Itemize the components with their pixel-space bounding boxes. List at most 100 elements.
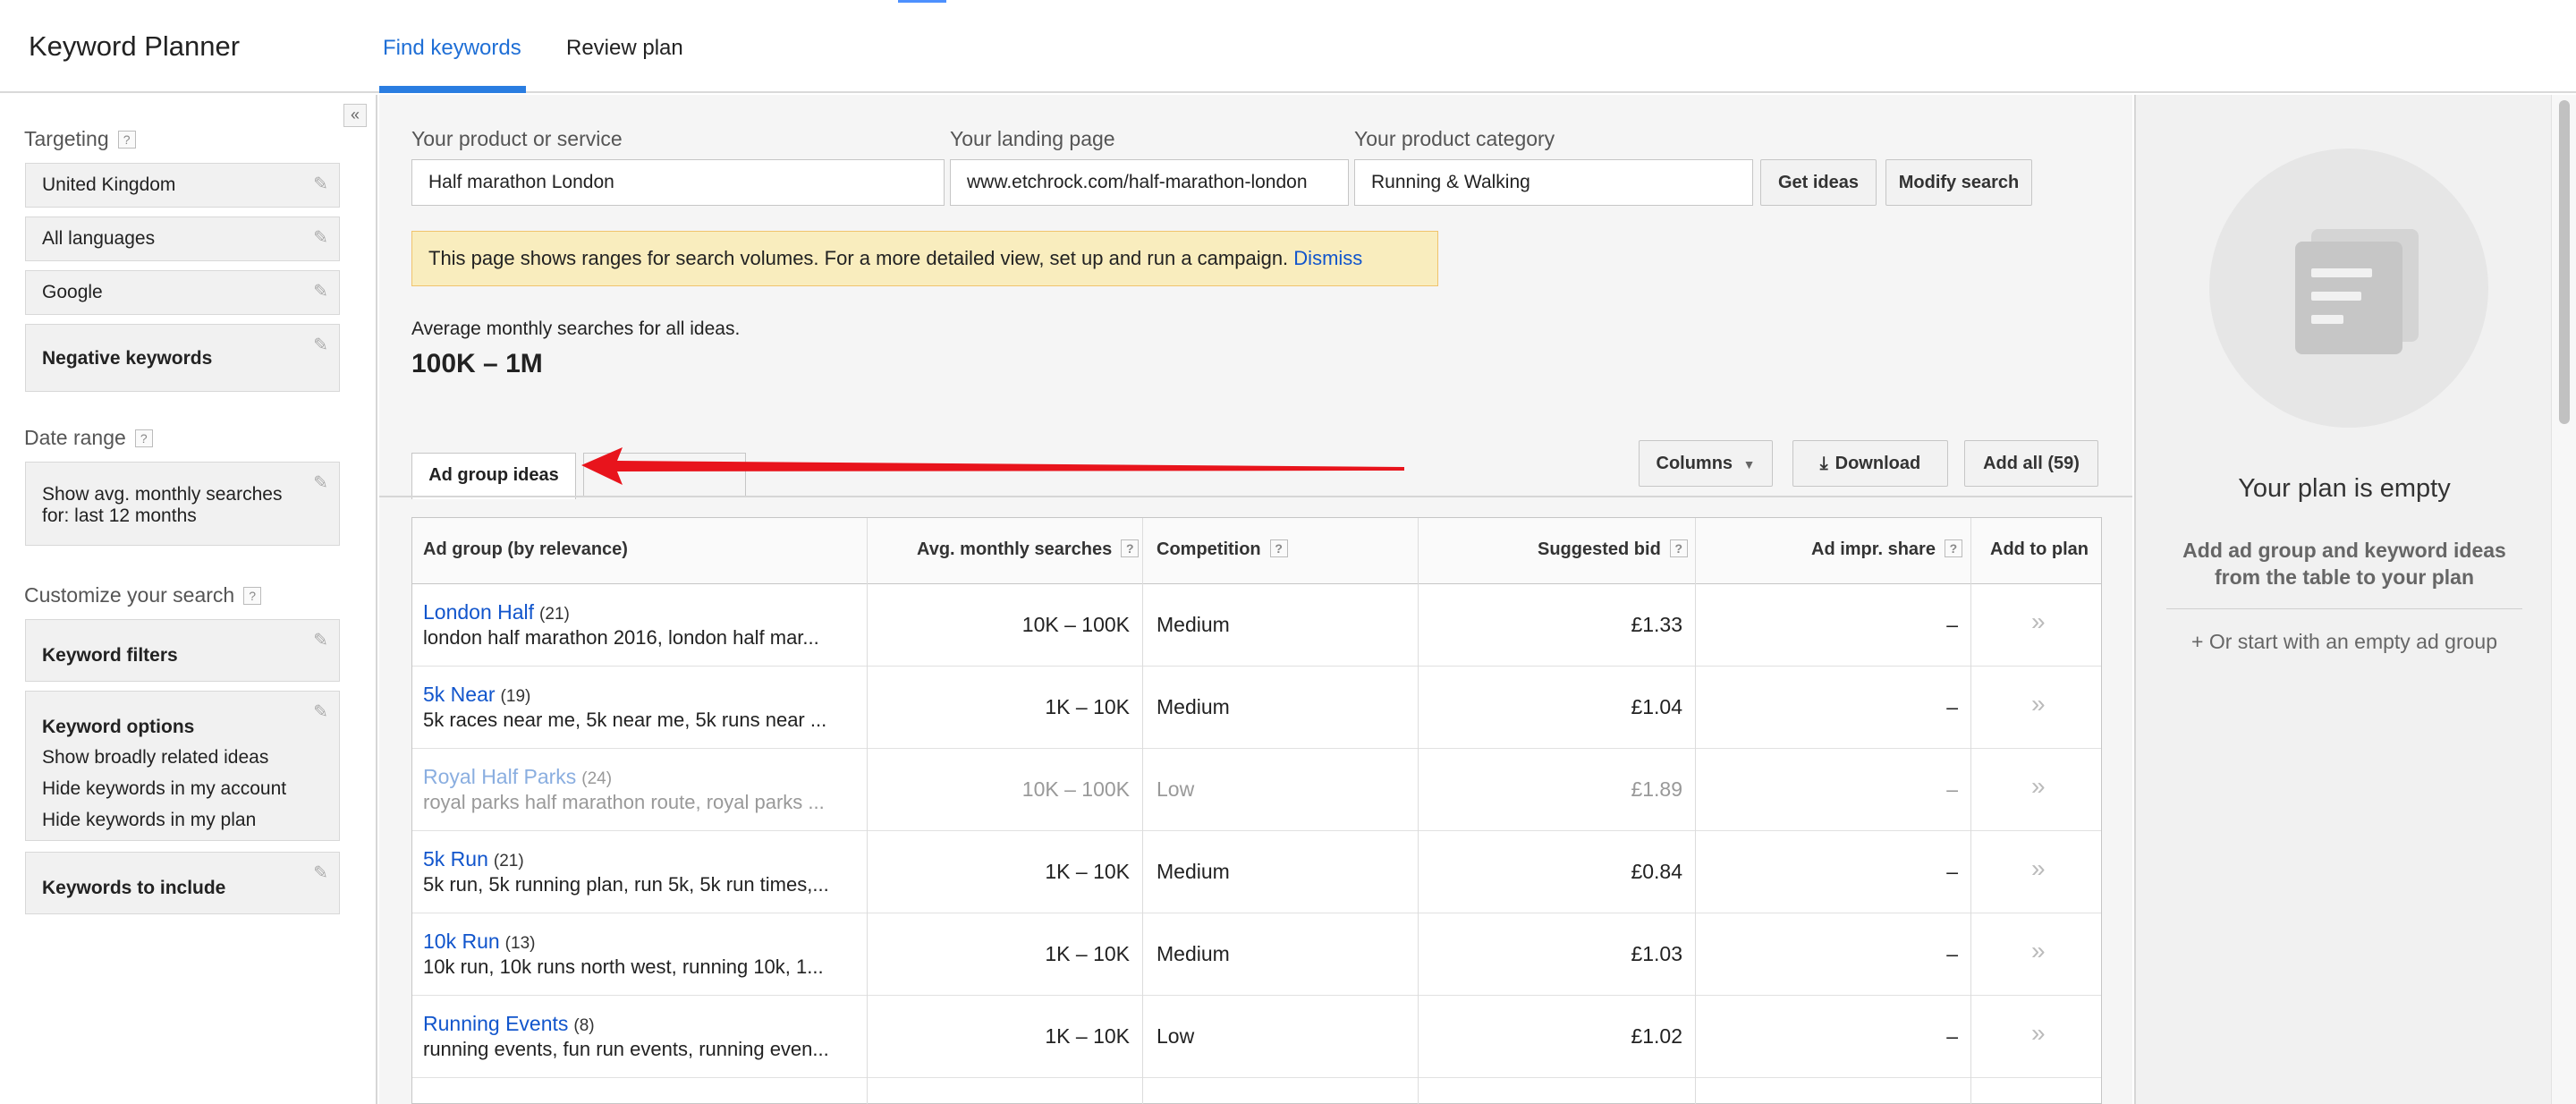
notice-text: This page shows ranges for search volume… bbox=[428, 247, 1289, 269]
ad-group-link[interactable]: Royal Half Parks bbox=[423, 765, 576, 788]
ad-group-cell: 5k Run (21) 5k run, 5k running plan, run 5… bbox=[423, 847, 861, 896]
chevron-down-icon: ▼ bbox=[1742, 457, 1756, 471]
date-range-label: Date range bbox=[24, 426, 126, 449]
ad-group-count: (13) bbox=[504, 934, 536, 953]
avg-searches-value: 100K – 1M bbox=[411, 349, 543, 378]
ad-group-keywords: london half marathon 2016, london half m… bbox=[423, 626, 819, 649]
ad-group-count: (19) bbox=[500, 687, 531, 706]
add-to-plan-icon[interactable]: » bbox=[2031, 772, 2046, 801]
keywords-to-include-box[interactable]: Keywords to include ✎ bbox=[25, 852, 340, 914]
searches-help-icon[interactable]: ? bbox=[1121, 539, 1140, 557]
keyword-option-line: Show broadly related ideas bbox=[42, 747, 269, 768]
keyword-options-box[interactable]: Keyword options Show broadly related ide… bbox=[25, 691, 340, 841]
targeting-negative-keywords[interactable]: Negative keywords ✎ bbox=[25, 324, 340, 392]
ad-group-link[interactable]: 5k Near bbox=[423, 683, 496, 706]
edit-pencil-icon[interactable]: ✎ bbox=[313, 173, 328, 195]
page-scrollbar[interactable] bbox=[2551, 95, 2576, 1104]
keyword-filters-box[interactable]: Keyword filters ✎ bbox=[25, 619, 340, 682]
landing-page-label: Your landing page bbox=[950, 127, 1115, 150]
scrollbar-thumb[interactable] bbox=[2559, 100, 2570, 424]
suggested-bid: £1.04 bbox=[1631, 695, 1682, 718]
edit-pencil-icon[interactable]: ✎ bbox=[313, 629, 328, 651]
column-divider bbox=[1418, 518, 1419, 1104]
notice-banner: This page shows ranges for search volume… bbox=[411, 231, 1438, 286]
tabstrip-divider bbox=[379, 496, 2132, 497]
keyword-option-line: Hide keywords in my account bbox=[42, 778, 287, 799]
competition-header-label: Competition bbox=[1157, 539, 1261, 559]
col-header-bid[interactable]: Suggested bid? bbox=[1538, 539, 1688, 560]
add-all-button[interactable]: Add all (59) bbox=[1964, 440, 2098, 487]
customize-help-icon[interactable]: ? bbox=[243, 587, 262, 605]
tab-find-keywords[interactable]: Find keywords bbox=[383, 36, 521, 61]
ad-group-link[interactable]: 5k Run bbox=[423, 847, 488, 870]
date-range-help-icon[interactable]: ? bbox=[134, 429, 153, 447]
download-icon: ⤓ bbox=[1819, 454, 1828, 473]
targeting-help-icon[interactable]: ? bbox=[117, 131, 136, 149]
keywords-to-include-label: Keywords to include bbox=[42, 878, 226, 898]
download-button[interactable]: ⤓ Download bbox=[1792, 440, 1948, 487]
empty-plan-illustration bbox=[2209, 149, 2488, 428]
targeting-sidebar: « Targeting? United Kingdom ✎ All langua… bbox=[0, 95, 377, 1104]
modify-search-button[interactable]: Modify search bbox=[1885, 159, 2032, 206]
col-header-ad-group[interactable]: Ad group (by relevance) bbox=[423, 539, 628, 560]
competition-value: Low bbox=[1157, 1024, 1195, 1048]
language-value: All languages bbox=[42, 228, 156, 249]
top-header: Keyword Planner Find keywords Review pla… bbox=[0, 0, 2576, 93]
add-to-plan-icon[interactable]: » bbox=[2031, 607, 2046, 636]
ad-group-cell: 5k Near (19) 5k races near me, 5k near me,… bbox=[423, 683, 861, 732]
edit-pencil-icon[interactable]: ✎ bbox=[313, 471, 328, 494]
ad-group-link[interactable]: 10k Run bbox=[423, 930, 500, 953]
start-empty-ad-group-link[interactable]: + Or start with an empty ad group bbox=[2136, 630, 2553, 654]
targeting-network[interactable]: Google ✎ bbox=[25, 270, 340, 315]
col-header-searches[interactable]: Avg. monthly searches? bbox=[917, 539, 1140, 560]
avg-monthly-searches: 10K – 100K bbox=[1021, 613, 1130, 636]
targeting-language[interactable]: All languages ✎ bbox=[25, 217, 340, 261]
table-row: 10k Run (13) 10k run, 10k runs north west,… bbox=[412, 913, 2101, 996]
date-range-section: Date range? bbox=[24, 426, 153, 450]
ad-group-link[interactable]: London Half bbox=[423, 600, 534, 624]
add-to-plan-icon[interactable]: » bbox=[2031, 937, 2046, 965]
ad-impr-share: – bbox=[1946, 777, 1958, 801]
col-header-impr-share[interactable]: Ad impr. share? bbox=[1811, 539, 1962, 560]
suggested-bid: £0.84 bbox=[1631, 860, 1682, 883]
product-category-input[interactable]: Running & Walking bbox=[1354, 159, 1753, 206]
suggested-bid: £1.02 bbox=[1631, 1024, 1682, 1048]
network-value: Google bbox=[42, 282, 103, 302]
add-to-plan-icon[interactable]: » bbox=[2031, 854, 2046, 883]
add-to-plan-icon[interactable]: » bbox=[2031, 1019, 2046, 1048]
impr-header-label: Ad impr. share bbox=[1811, 539, 1936, 559]
ad-group-cell: Running Events (8) running events, fun run… bbox=[423, 1012, 861, 1061]
avg-monthly-searches: 1K – 10K bbox=[1045, 942, 1130, 965]
edit-pencil-icon[interactable]: ✎ bbox=[313, 862, 328, 884]
avg-monthly-searches: 1K – 10K bbox=[1045, 695, 1130, 718]
bid-header-label: Suggested bid bbox=[1538, 539, 1661, 559]
bid-help-icon[interactable]: ? bbox=[1669, 539, 1688, 557]
edit-pencil-icon[interactable]: ✎ bbox=[313, 701, 328, 723]
targeting-location[interactable]: United Kingdom ✎ bbox=[25, 163, 340, 208]
column-divider bbox=[867, 518, 868, 1104]
ad-impr-share: – bbox=[1946, 942, 1958, 965]
landing-page-input[interactable]: www.etchrock.com/half-marathon-london bbox=[950, 159, 1349, 206]
impr-help-icon[interactable]: ? bbox=[1944, 539, 1962, 557]
doc-line bbox=[2311, 315, 2343, 324]
tab-ad-group-ideas[interactable]: Ad group ideas bbox=[411, 453, 576, 499]
collapse-sidebar-icon[interactable]: « bbox=[343, 104, 367, 127]
get-ideas-button[interactable]: Get ideas bbox=[1760, 159, 1877, 206]
ad-group-link[interactable]: Running Events bbox=[423, 1012, 568, 1035]
tab-review-plan[interactable]: Review plan bbox=[566, 36, 683, 61]
edit-pencil-icon[interactable]: ✎ bbox=[313, 226, 328, 249]
doc-line bbox=[2311, 292, 2361, 301]
dismiss-link[interactable]: Dismiss bbox=[1293, 247, 1362, 269]
ad-impr-share: – bbox=[1946, 613, 1958, 636]
competition-help-icon[interactable]: ? bbox=[1269, 539, 1288, 557]
product-input[interactable]: Half marathon London bbox=[411, 159, 945, 206]
annotation-arrow bbox=[581, 447, 1404, 485]
columns-button[interactable]: Columns ▼ bbox=[1639, 440, 1773, 487]
table-row: 5k Near (19) 5k races near me, 5k near me,… bbox=[412, 667, 2101, 749]
add-to-plan-icon[interactable]: » bbox=[2031, 690, 2046, 718]
edit-pencil-icon[interactable]: ✎ bbox=[313, 280, 328, 302]
plan-panel: Your plan is empty Add ad group and keyw… bbox=[2134, 95, 2551, 1104]
col-header-competition[interactable]: Competition? bbox=[1157, 539, 1288, 560]
date-range-box[interactable]: Show avg. monthly searches for: last 12 … bbox=[25, 462, 340, 546]
edit-pencil-icon[interactable]: ✎ bbox=[313, 334, 328, 356]
